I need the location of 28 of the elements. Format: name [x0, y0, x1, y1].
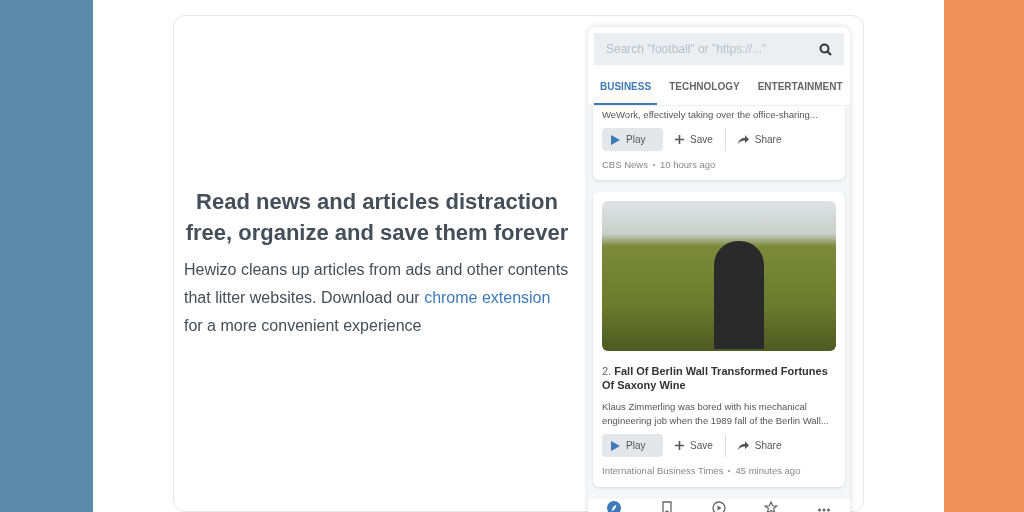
chrome-extension-link[interactable]: chrome extension [424, 289, 551, 306]
article-excerpt: Klaus Zimmerling was bored with his mechanical engineering job when the 1989 fall of the Berlin Wall... [602, 400, 830, 429]
search-icon[interactable] [819, 42, 832, 56]
category-tab[interactable]: ENTERTAINMENT [751, 79, 849, 105]
play-icon [611, 134, 620, 145]
save-button[interactable]: Save [669, 434, 726, 458]
play-button[interactable]: Play [602, 128, 663, 151]
publish-time: 45 minutes ago [735, 464, 801, 479]
source-name: CBS News [602, 158, 648, 172]
share-button[interactable]: Share [733, 128, 786, 151]
play-button[interactable]: Play [602, 434, 663, 458]
description: Hewizo cleans up articles from ads and other contents that litter websites. Download our chrome extension for a more convenient experience [184, 260, 570, 336]
heading: Read news and articles distraction free, organize and save them forever [184, 188, 570, 247]
compass-icon[interactable] [607, 501, 622, 512]
publish-time: 10 hours ago [659, 158, 716, 172]
bookmark-icon[interactable] [659, 501, 674, 512]
share-arrow-icon [737, 441, 749, 451]
article-title[interactable]: 2. Fall Of Berlin Wall Transformed Fortunes Of Saxony Wine [602, 364, 836, 393]
plus-icon [675, 135, 684, 144]
save-button[interactable]: Save [669, 128, 726, 151]
share-button[interactable]: Share [733, 434, 786, 458]
plus-icon [675, 441, 684, 451]
play-icon [611, 440, 620, 451]
source-name: International Business Times [602, 464, 724, 479]
star-icon[interactable] [764, 501, 779, 512]
article-excerpt: WeWork, effectively taking over the office-sharing... [602, 108, 819, 122]
category-tab[interactable]: TECHNOLOGY [663, 79, 746, 105]
share-arrow-icon [737, 135, 749, 144]
